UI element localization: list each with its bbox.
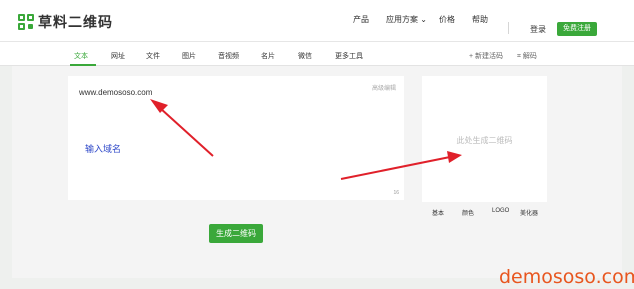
arrow-to-qr-icon [340,151,462,180]
annotation-arrows [150,99,462,180]
arrow-to-editor-icon [150,99,214,157]
watermark: demososo.com [499,266,634,288]
